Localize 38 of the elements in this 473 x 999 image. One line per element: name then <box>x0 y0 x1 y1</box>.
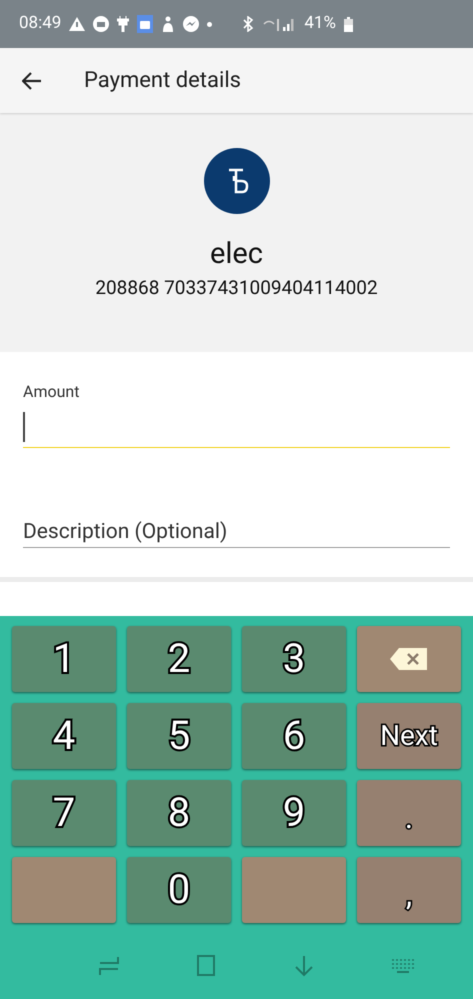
home-icon[interactable] <box>196 955 216 977</box>
payee-name: elec <box>210 236 263 272</box>
input-field[interactable]: Description (Optional) <box>23 508 450 548</box>
back-arrow-icon <box>22 72 42 90</box>
keypad-key[interactable]: , <box>357 857 461 923</box>
keypad-key[interactable]: Next <box>357 703 461 769</box>
digit-key[interactable]: 2 <box>127 626 231 692</box>
backspace-icon <box>389 646 429 672</box>
plug-icon <box>117 16 130 32</box>
digit-key[interactable]: 0 <box>127 857 231 923</box>
digit-key[interactable]: 3 <box>242 626 346 692</box>
dot-icon <box>207 22 212 26</box>
digit-key[interactable]: 5 <box>127 703 231 769</box>
digit-key[interactable]: 9 <box>242 780 346 846</box>
keyboard-icon[interactable] <box>390 958 415 974</box>
app-icon <box>137 15 154 33</box>
digit-key[interactable]: 7 <box>12 780 116 846</box>
digit-key[interactable]: 8 <box>127 780 231 846</box>
status-time: 08:49 <box>19 12 62 36</box>
keypad-key[interactable]: . <box>357 780 461 846</box>
digit-key[interactable]: 4 <box>12 703 116 769</box>
account-number: 208868 70337431009404114002 <box>95 275 378 302</box>
digit-key[interactable]: 1 <box>12 626 116 692</box>
figure-icon <box>161 16 176 32</box>
recent-apps-icon[interactable] <box>98 955 120 977</box>
signal-icon <box>262 16 296 32</box>
battery-icon <box>344 16 353 32</box>
messenger-icon <box>183 16 200 32</box>
battery-percent: 41% <box>304 12 336 36</box>
backspace-key[interactable] <box>357 626 461 692</box>
bluetooth-icon <box>242 16 254 32</box>
currency-avatar-icon <box>204 148 270 214</box>
screen-title: Payment details <box>84 67 242 95</box>
down-arrow-icon[interactable] <box>292 955 315 977</box>
field-label: Amount <box>23 381 80 403</box>
warning-icon <box>69 17 86 31</box>
tv-icon <box>93 16 110 32</box>
digit-key[interactable]: 6 <box>242 703 346 769</box>
